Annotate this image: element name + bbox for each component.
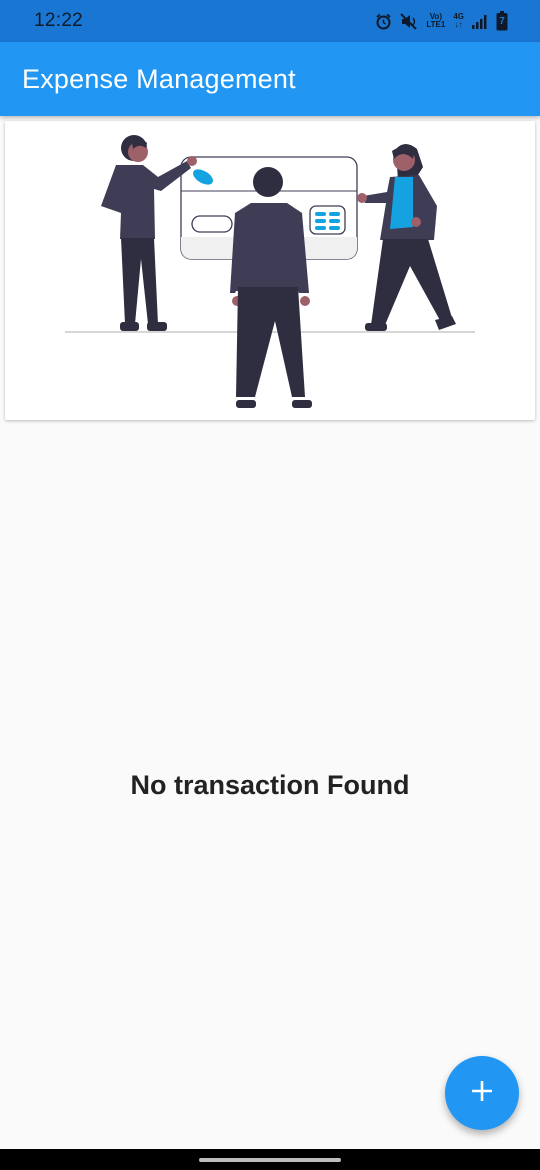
plus-icon — [471, 1080, 493, 1107]
signal-icon — [472, 14, 488, 29]
network-bottom-label: LTE1 — [426, 20, 446, 29]
people-with-credit-card-illustration — [65, 135, 475, 408]
app-bar: Expense Management — [0, 42, 540, 116]
status-bar: 12:22 Vo) LTE1 4G ↓↑ 7 — [0, 0, 540, 42]
alarm-icon — [375, 13, 392, 30]
status-icons: Vo) LTE1 4G ↓↑ 7 — [375, 11, 508, 31]
add-transaction-button[interactable] — [445, 1056, 519, 1130]
page-title: Expense Management — [22, 63, 296, 94]
battery-level: 7 — [499, 16, 505, 27]
empty-state-message: No transaction Found — [130, 770, 410, 800]
home-gesture-handle[interactable] — [199, 1158, 341, 1162]
volte-icon: Vo) LTE1 — [426, 13, 445, 29]
banner-card — [5, 121, 535, 420]
4g-icon: 4G ↓↑ — [453, 12, 464, 29]
status-time: 12:22 — [34, 10, 84, 31]
system-nav-bar — [0, 1149, 540, 1170]
battery-icon: 7 — [496, 11, 508, 31]
mute-icon — [400, 12, 418, 30]
